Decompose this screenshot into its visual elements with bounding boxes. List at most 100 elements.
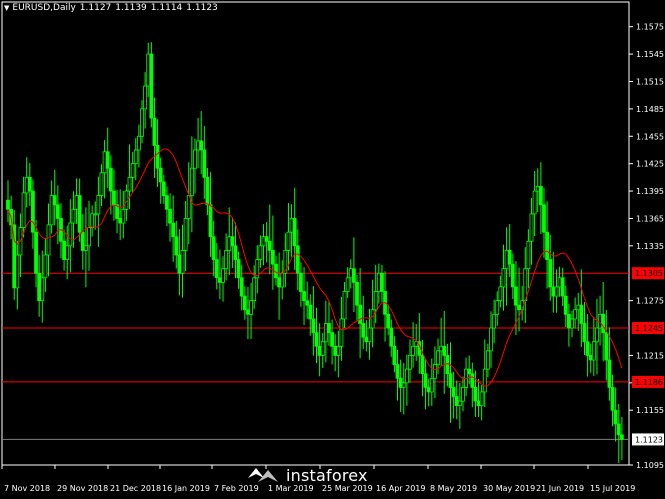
- candle-body: [439, 345, 444, 352]
- candle-body: [62, 240, 66, 260]
- candle-body: [423, 373, 428, 388]
- candle-body: [479, 391, 484, 407]
- candle-body: [96, 195, 101, 215]
- candle-body: [289, 218, 294, 233]
- candle-body: [46, 224, 51, 256]
- candle-body: [105, 151, 110, 169]
- candle-body: [320, 341, 325, 356]
- high-value: 1.1139: [115, 3, 147, 13]
- y-tick-label: 1.1095: [636, 461, 664, 470]
- candle-body: [302, 291, 306, 302]
- candle-body: [55, 204, 60, 219]
- candle-body: [576, 304, 581, 311]
- candle-body: [168, 208, 172, 224]
- candle-body: [43, 254, 48, 279]
- candle-body: [504, 250, 509, 270]
- candle-body: [386, 313, 391, 329]
- candle-body: [532, 190, 537, 215]
- candle-body: [376, 272, 381, 292]
- candle-body: [557, 277, 562, 288]
- candle-body: [495, 300, 500, 315]
- candle-body: [498, 286, 503, 302]
- candle-body: [158, 167, 163, 183]
- candle-body: [77, 195, 82, 233]
- candle-body: [616, 423, 621, 436]
- level-price-label: 1.1305: [635, 269, 663, 278]
- candle-body: [535, 186, 540, 192]
- candle-body: [264, 236, 269, 242]
- candle-body: [84, 245, 88, 251]
- candle-body: [526, 240, 531, 270]
- candle-body: [454, 396, 459, 407]
- candle-body: [140, 108, 144, 137]
- candle-body: [345, 277, 350, 292]
- candle-body: [24, 176, 29, 194]
- candle-body: [567, 313, 571, 329]
- candle-body: [71, 208, 76, 224]
- y-tick-label: 1.1365: [636, 214, 664, 223]
- candle-body: [492, 313, 497, 329]
- y-tick-label: 1.1275: [636, 297, 664, 306]
- candle-body: [308, 304, 313, 320]
- candle-body: [573, 309, 578, 320]
- candle-body: [361, 323, 366, 338]
- candle-body: [467, 368, 472, 375]
- candle-body: [404, 368, 409, 384]
- candle-body: [87, 227, 91, 247]
- candle-body: [37, 272, 42, 302]
- candle-body: [601, 313, 606, 333]
- candle-body: [74, 195, 79, 210]
- candle-body: [280, 272, 285, 288]
- candle-body: [193, 149, 197, 169]
- candle-body: [186, 195, 191, 219]
- candle-body: [49, 195, 54, 226]
- candle-body: [136, 135, 141, 151]
- x-tick-label: 30 May 2019: [483, 484, 535, 493]
- candle-body: [610, 386, 615, 411]
- candle-body: [560, 277, 565, 297]
- level-price-label: 1.1245: [635, 324, 663, 333]
- candle-body: [607, 359, 612, 388]
- candle-body: [99, 172, 104, 197]
- candle-body: [542, 204, 546, 233]
- candle-body: [52, 195, 57, 206]
- candle-body: [270, 250, 275, 265]
- candle-body: [501, 268, 506, 288]
- candle-body: [65, 245, 70, 260]
- candle-body: [127, 176, 132, 192]
- candle-body: [224, 250, 229, 270]
- candle-body: [598, 313, 602, 329]
- x-tick-label: 29 Nov 2018: [57, 484, 108, 493]
- candle-body: [551, 286, 556, 297]
- current-price-label: 1.1123: [635, 435, 663, 444]
- candle-body: [261, 236, 266, 247]
- candle-body: [342, 291, 347, 320]
- candle-body: [286, 231, 291, 251]
- candle-body: [588, 355, 593, 361]
- candle-body: [373, 291, 378, 311]
- triangle-down-icon[interactable]: ▼: [4, 4, 9, 12]
- candle-body: [485, 350, 490, 370]
- candle-body: [93, 213, 98, 216]
- chart-window[interactable]: 1.1575 1.1545 1.1515 1.1485 1.1455 1.1425 1.13…: [0, 0, 665, 499]
- candle-body: [411, 345, 416, 356]
- candle-body: [118, 218, 123, 224]
- candle-body: [165, 195, 169, 210]
- candle-body: [149, 53, 154, 119]
- candle-body: [152, 117, 157, 146]
- candle-body: [420, 355, 425, 375]
- candle-body: [457, 400, 462, 407]
- candle-body: [305, 300, 310, 306]
- candle-body: [242, 295, 247, 311]
- candle-body: [146, 53, 151, 87]
- candle-body: [249, 300, 253, 315]
- price-chart[interactable]: 1.1575 1.1545 1.1515 1.1485 1.1455 1.1425 1.13…: [0, 0, 665, 499]
- candle-body: [579, 304, 584, 324]
- y-tick-label: 1.1425: [636, 160, 664, 169]
- candle-body: [15, 254, 20, 289]
- candle-body: [299, 272, 303, 292]
- candle-body: [227, 236, 232, 251]
- candle-body: [517, 304, 521, 311]
- candle-body: [211, 236, 216, 260]
- candle-body: [267, 240, 272, 251]
